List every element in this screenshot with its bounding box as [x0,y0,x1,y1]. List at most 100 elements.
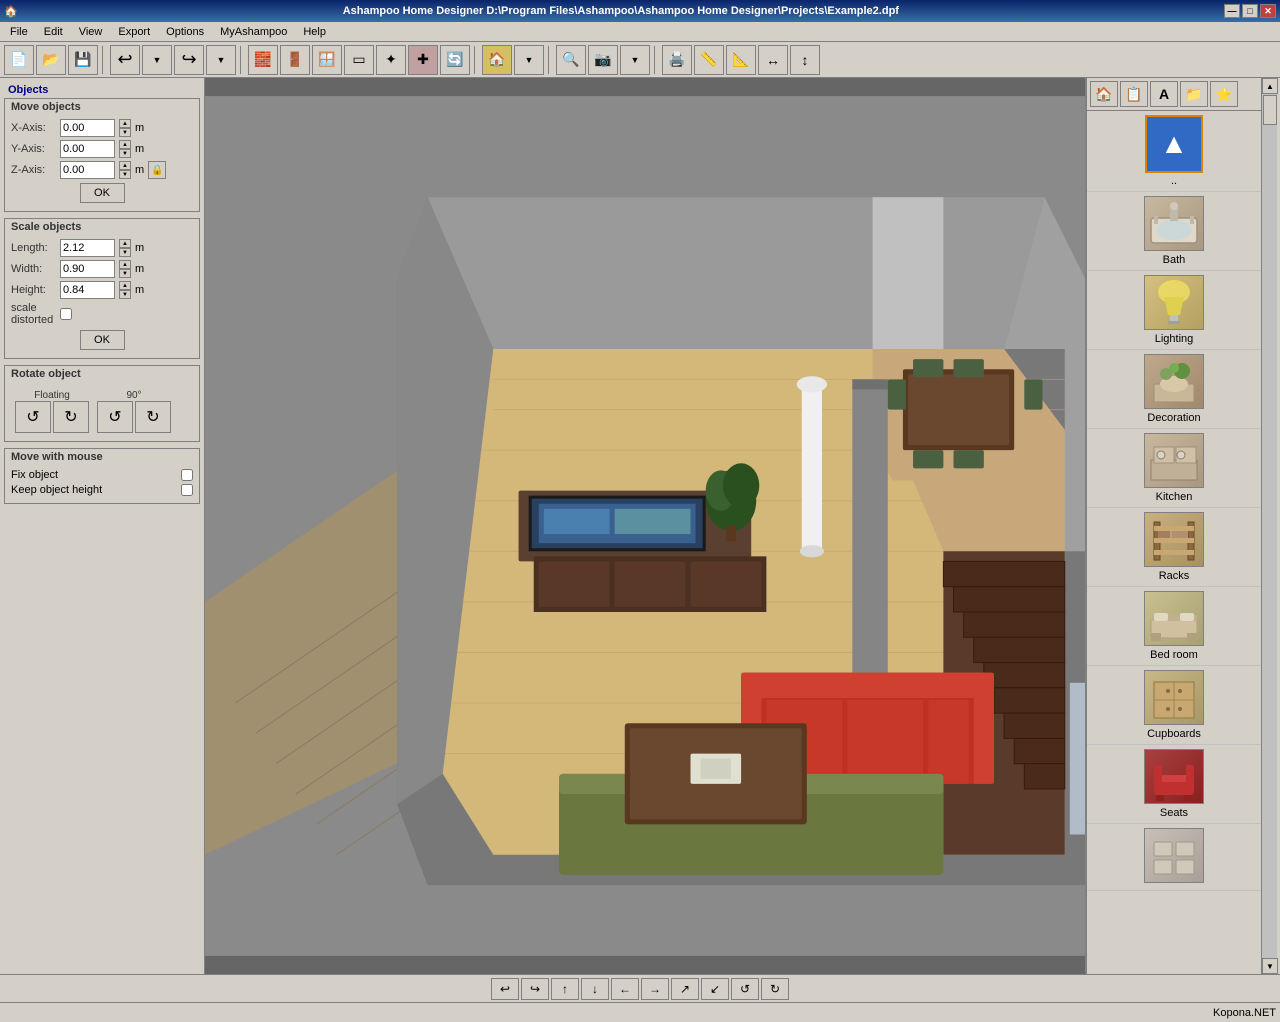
scroll-down-arrow[interactable]: ▼ [1262,958,1278,974]
nav-up[interactable]: ↑ [551,978,579,1000]
rotate-ccw-button[interactable]: ↺ [15,401,51,433]
category-lighting[interactable]: Lighting [1087,271,1261,350]
nav-down[interactable]: ↓ [581,978,609,1000]
tb-measure3[interactable]: ↔ [758,45,788,75]
height-row: Height: ▲ ▼ m [11,281,193,299]
scale-distorted-checkbox[interactable] [60,308,72,320]
right-up-button[interactable]: ▲ [1145,115,1203,173]
x-axis-up[interactable]: ▲ [119,119,131,128]
menu-edit[interactable]: Edit [38,24,69,40]
scale-ok-button[interactable]: OK [80,330,125,350]
menu-view[interactable]: View [73,24,109,40]
tb-3d-view[interactable]: 🏠 [482,45,512,75]
menu-help[interactable]: Help [297,24,332,40]
tb-door[interactable]: 🚪 [280,45,310,75]
close-button[interactable]: ✕ [1260,4,1276,18]
move-ok-button[interactable]: OK [80,183,125,203]
nav-undo[interactable]: ↩ [491,978,519,1000]
rotate-90-ccw-button[interactable]: ↺ [97,401,133,433]
tb-window[interactable]: 🪟 [312,45,342,75]
menu-options[interactable]: Options [160,24,210,40]
tb-select[interactable]: ✦ [376,45,406,75]
category-seats[interactable]: Seats [1087,745,1261,824]
y-axis-down[interactable]: ▼ [119,149,131,158]
width-up[interactable]: ▲ [119,260,131,269]
tb-print[interactable]: 🖨️ [662,45,692,75]
x-axis-input[interactable] [60,119,115,137]
move-objects-group: Move objects X-Axis: ▲ ▼ m Y-Axis: ▲ [4,98,200,212]
tb-measure1[interactable]: 📏 [694,45,724,75]
tb-move[interactable]: ✚ [408,45,438,75]
tb-open[interactable]: 📂 [36,45,66,75]
length-input[interactable] [60,239,115,257]
keep-height-checkbox[interactable] [181,484,193,496]
category-racks[interactable]: Racks [1087,508,1261,587]
tb-redo[interactable]: ↪ [174,45,204,75]
z-axis-lock[interactable]: 🔒 [148,161,166,179]
statusbar-text: Kopona.NET [1213,1007,1276,1019]
category-bedroom[interactable]: Bed room [1087,587,1261,666]
scroll-thumb[interactable] [1263,95,1277,125]
z-axis-up[interactable]: ▲ [119,161,131,170]
category-cupboards-thumb [1144,670,1204,725]
menu-myashampoo[interactable]: MyAshampoo [214,24,293,40]
tb-measure4[interactable]: ↕ [790,45,820,75]
scroll-track[interactable] [1262,94,1277,958]
scroll-up-arrow[interactable]: ▲ [1262,78,1278,94]
height-down[interactable]: ▼ [119,290,131,299]
tb-undo[interactable]: ↩ [110,45,140,75]
tb-camera[interactable]: 📷 [588,45,618,75]
tb-rotate[interactable]: 🔄 [440,45,470,75]
right-icon-folder[interactable]: 📁 [1180,81,1208,107]
z-axis-input[interactable] [60,161,115,179]
maximize-button[interactable]: □ [1242,4,1258,18]
length-up[interactable]: ▲ [119,239,131,248]
tb-undo-dropdown[interactable]: ▼ [142,45,172,75]
minimize-button[interactable]: — [1224,4,1240,18]
x-axis-down[interactable]: ▼ [119,128,131,137]
nav-redo[interactable]: ↪ [521,978,549,1000]
right-icon-home[interactable]: 🏠 [1090,81,1118,107]
x-axis-spinner: ▲ ▼ [119,119,131,137]
tb-wall[interactable]: 🧱 [248,45,278,75]
category-more[interactable] [1087,824,1261,891]
scale-distorted-label: scale distorted [11,302,56,326]
height-up[interactable]: ▲ [119,281,131,290]
rotate-cw-button[interactable]: ↻ [53,401,89,433]
nav-rotate-left[interactable]: ↺ [731,978,759,1000]
nav-diag2[interactable]: ↙ [701,978,729,1000]
width-down[interactable]: ▼ [119,269,131,278]
tb-camera-dropdown[interactable]: ▼ [620,45,650,75]
tb-measure2[interactable]: 📐 [726,45,756,75]
category-decoration[interactable]: Decoration [1087,350,1261,429]
nav-left[interactable]: ← [611,978,639,1000]
tb-save[interactable]: 💾 [68,45,98,75]
z-axis-down[interactable]: ▼ [119,170,131,179]
y-axis-up[interactable]: ▲ [119,140,131,149]
rotate-90-cw-button[interactable]: ↻ [135,401,171,433]
tb-redo-dropdown[interactable]: ▼ [206,45,236,75]
menu-export[interactable]: Export [112,24,156,40]
tb-view-dropdown[interactable]: ▼ [514,45,544,75]
tb-new[interactable]: 📄 [4,45,34,75]
tb-room[interactable]: ▭ [344,45,374,75]
nav-rotate-right[interactable]: ↻ [761,978,789,1000]
y-axis-input[interactable] [60,140,115,158]
width-input[interactable] [60,260,115,278]
category-bath[interactable]: Bath [1087,192,1261,271]
tb-zoom[interactable]: 🔍 [556,45,586,75]
scale-objects-content: Length: ▲ ▼ m Width: ▲ ▼ m [5,235,199,358]
right-icon-list[interactable]: 📋 [1120,81,1148,107]
fix-object-checkbox[interactable] [181,469,193,481]
menu-file[interactable]: File [4,24,34,40]
length-down[interactable]: ▼ [119,248,131,257]
right-icon-font[interactable]: A [1150,81,1178,107]
right-icon-star[interactable]: ⭐ [1210,81,1238,107]
canvas-area[interactable] [205,78,1085,974]
y-axis-row: Y-Axis: ▲ ▼ m [11,140,193,158]
category-cupboards[interactable]: Cupboards [1087,666,1261,745]
category-kitchen[interactable]: Kitchen [1087,429,1261,508]
nav-right[interactable]: → [641,978,669,1000]
nav-diag1[interactable]: ↗ [671,978,699,1000]
height-input[interactable] [60,281,115,299]
